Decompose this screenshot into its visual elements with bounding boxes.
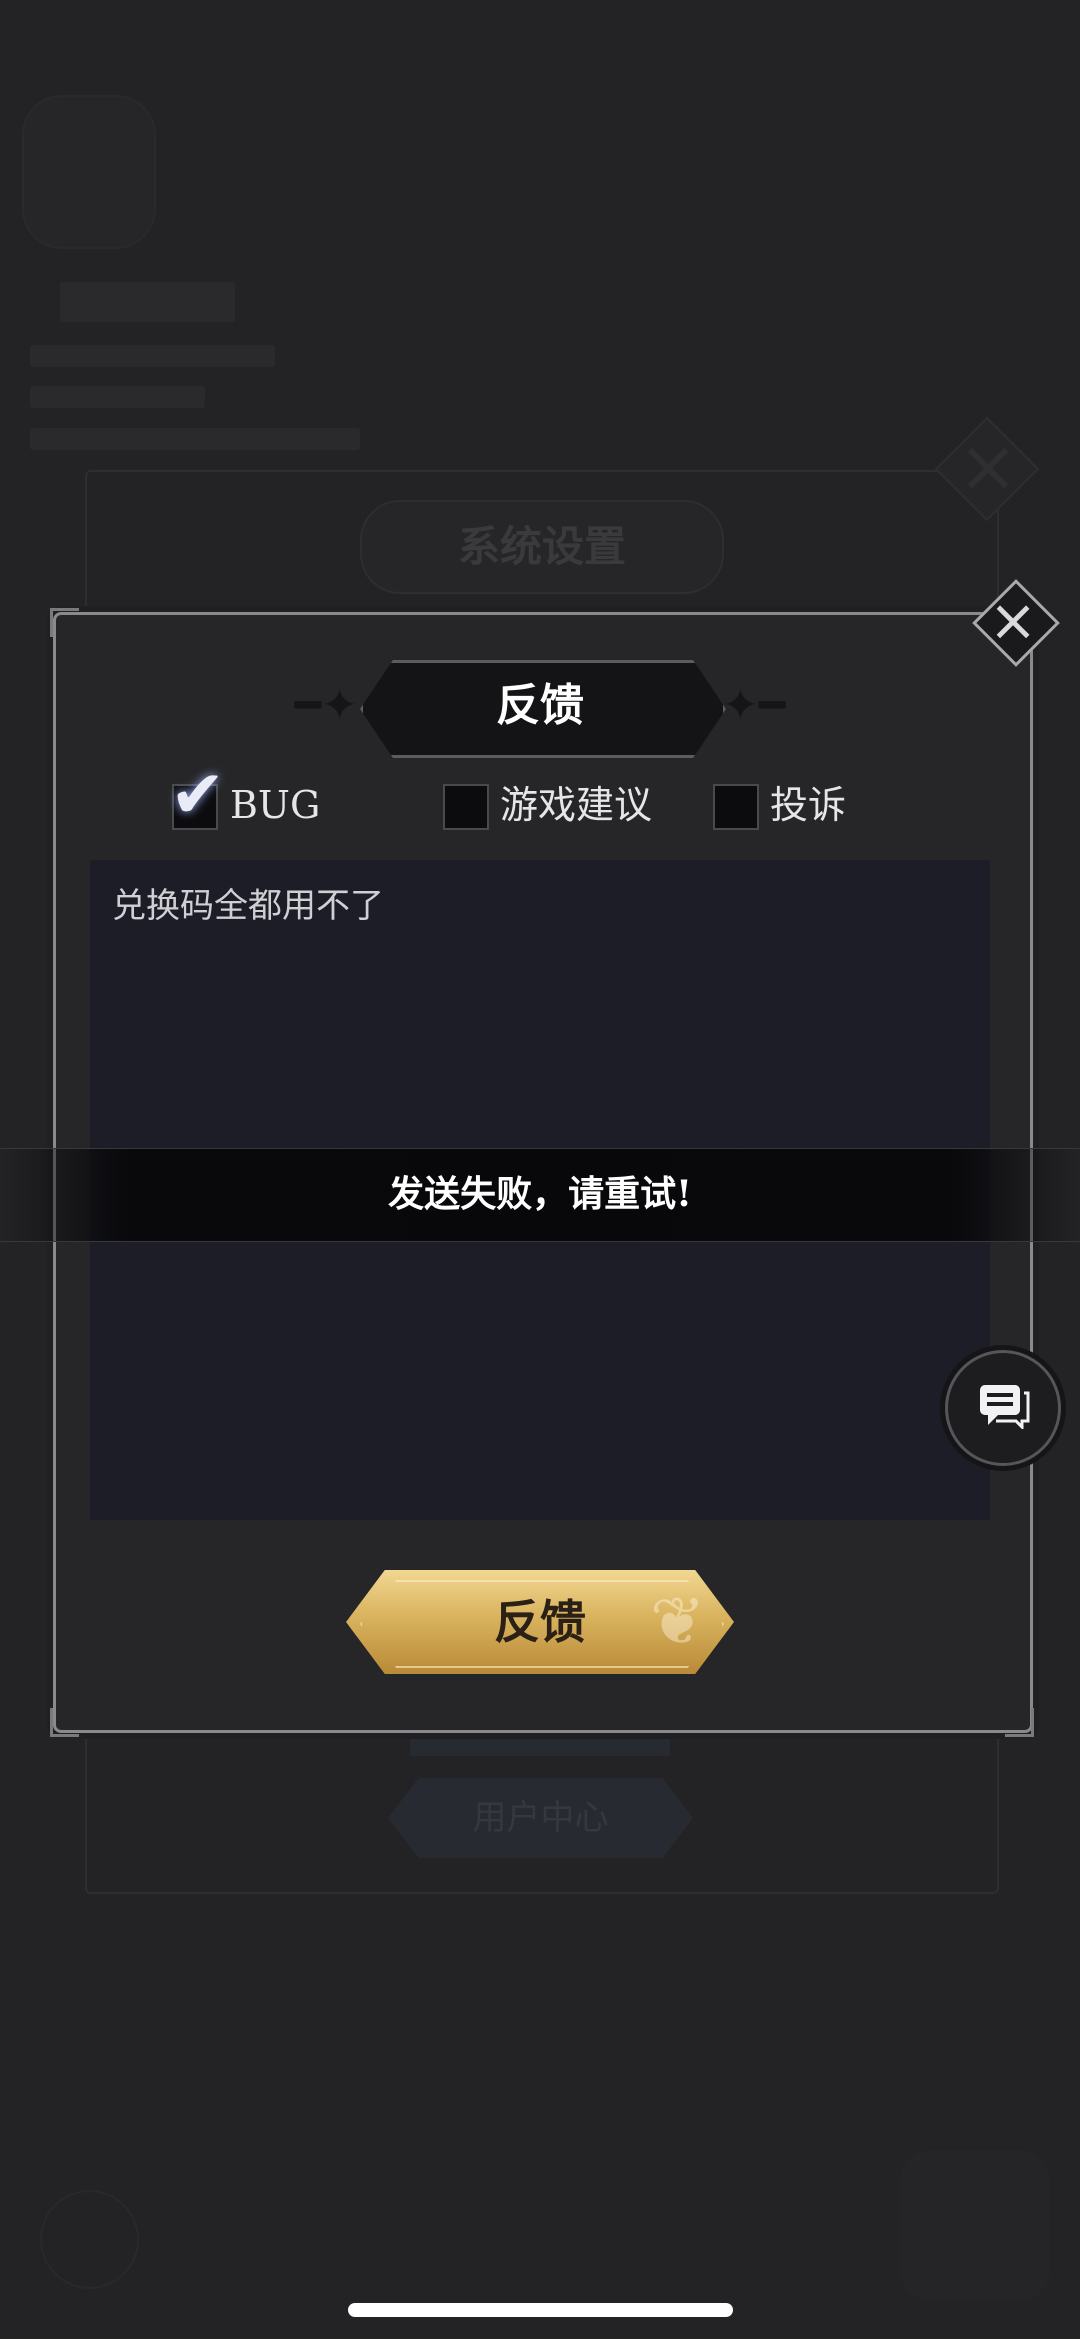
toast-message: 发送失败，请重试!: [388, 1173, 692, 1215]
settings-title: 系统设置: [360, 500, 724, 594]
home-indicator[interactable]: [348, 2303, 733, 2317]
dialog-corner: [50, 608, 79, 637]
player-info-line: [30, 428, 360, 450]
checkbox-game-suggestion[interactable]: [443, 784, 489, 830]
background-circle-icon: [40, 2190, 139, 2289]
checkbox-complaint[interactable]: [713, 784, 759, 830]
chat-bubble-icon: [980, 1385, 1030, 1429]
checkbox-bug-label[interactable]: BUG: [230, 780, 320, 830]
dialog-corner: [50, 1708, 79, 1737]
dialog-corner: [1005, 1708, 1034, 1737]
user-center-button[interactable]: 用户中心: [388, 1778, 693, 1858]
avatar: [22, 95, 156, 249]
checkbox-complaint-label[interactable]: 投诉: [770, 780, 846, 830]
title-flourish-left-icon: ━✦: [294, 680, 358, 731]
player-info-line: [30, 386, 205, 408]
submit-feedback-label[interactable]: 反馈: [346, 1570, 734, 1674]
settings-button-edge: [410, 1736, 670, 1756]
title-flourish-right-icon: ✦━: [722, 680, 786, 731]
background-menu-icon: [900, 2150, 1050, 2300]
close-button[interactable]: ×: [972, 579, 1060, 667]
close-icon: ×: [988, 586, 1038, 654]
checkbox-game-suggestion-label[interactable]: 游戏建议: [500, 780, 652, 830]
settings-close-icon[interactable]: ×: [948, 426, 1028, 506]
player-info-line: [30, 345, 275, 367]
dialog-title: 反馈: [496, 680, 584, 731]
player-info-line: [60, 282, 235, 322]
chat-button[interactable]: [945, 1350, 1061, 1466]
checkmark-icon: ✔: [170, 756, 226, 833]
